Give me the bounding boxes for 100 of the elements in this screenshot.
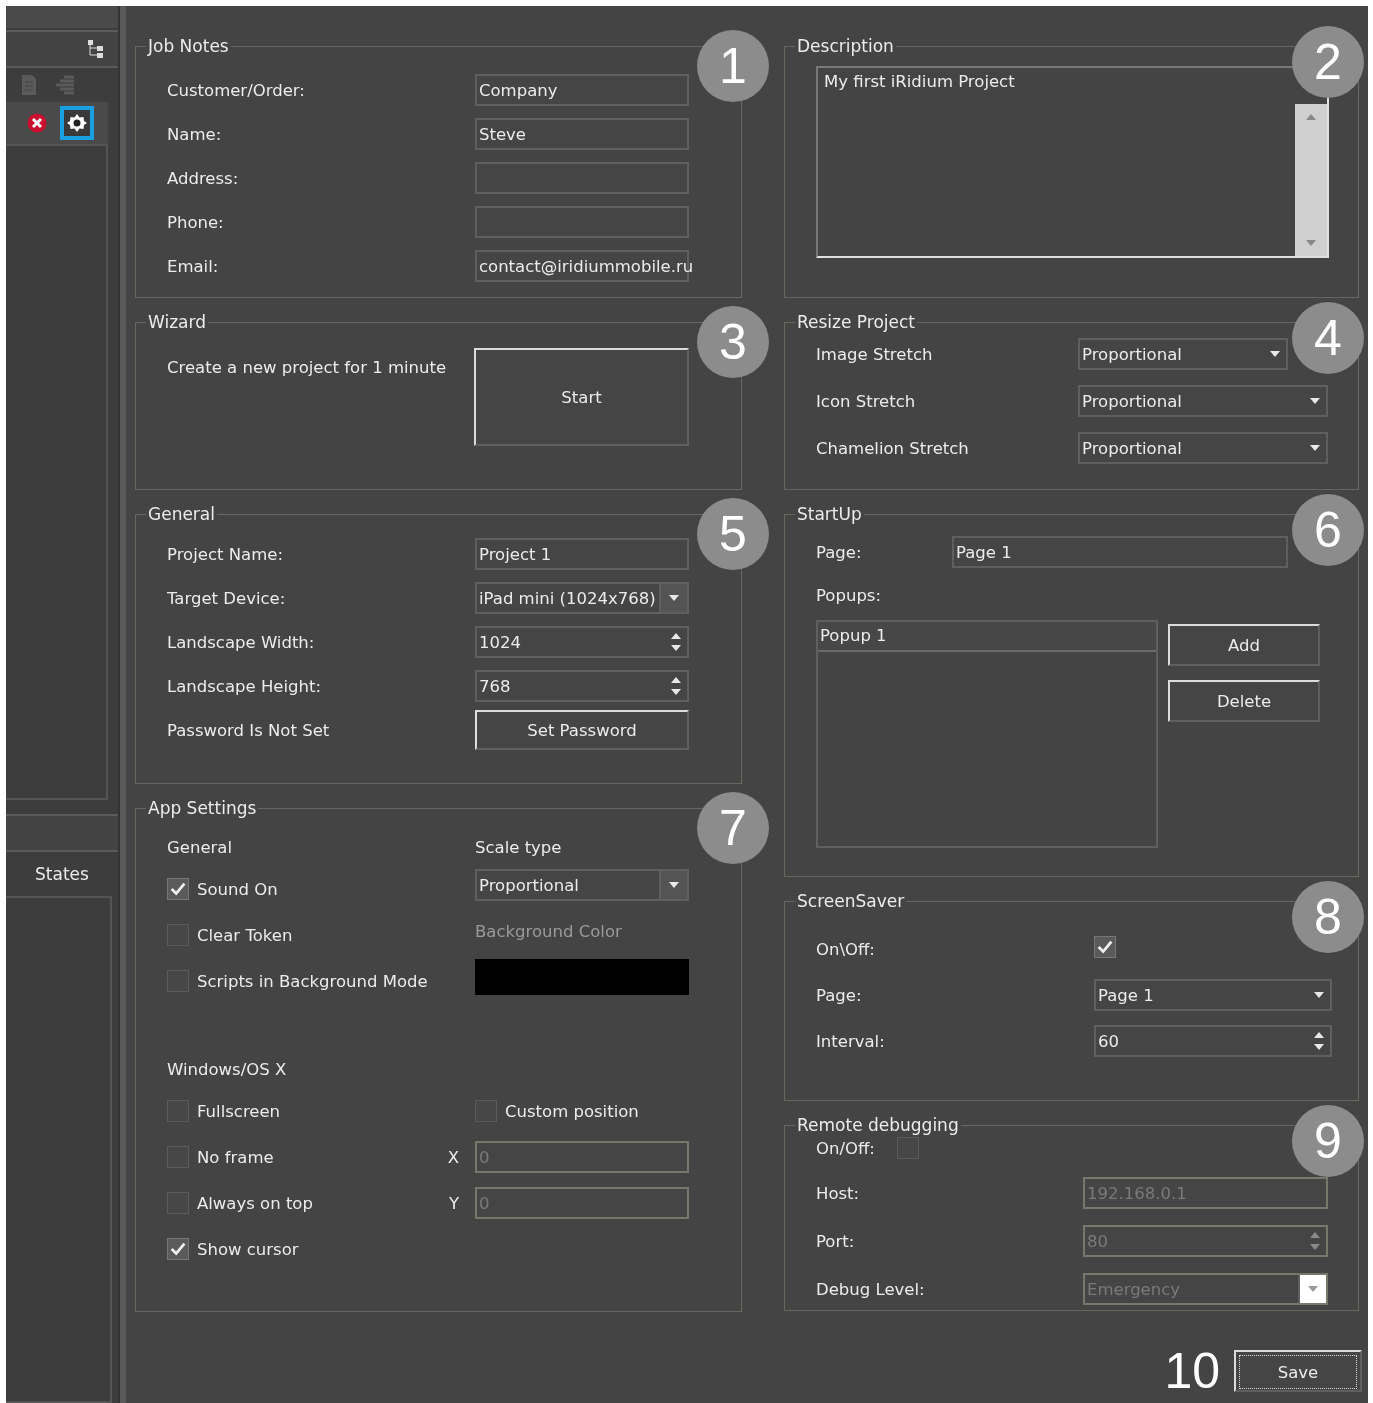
field-label: Image Stretch <box>816 344 933 364</box>
spinner-arrows-icon <box>671 631 681 653</box>
text-field[interactable]: Steve <box>475 118 689 150</box>
field-label: Address: <box>167 168 239 188</box>
text-field[interactable]: Company <box>475 74 689 106</box>
scroll-up-icon <box>1306 114 1316 120</box>
dropdown[interactable]: Proportional <box>1078 338 1288 370</box>
group-title: General <box>147 504 216 524</box>
group-title: Job Notes <box>146 36 230 56</box>
caret-icon <box>669 882 679 888</box>
field-label: Port: <box>816 1231 855 1251</box>
caret-icon <box>1308 1286 1318 1292</box>
field-label: Create a new project for 1 minute <box>167 358 447 377</box>
caret-icon <box>1314 992 1324 998</box>
number-callout: 1 <box>697 30 769 102</box>
dropdown[interactable]: iPad mini (1024x768) <box>475 582 689 614</box>
push-button[interactable]: Delete <box>1168 680 1320 722</box>
text-field[interactable] <box>475 206 689 238</box>
spin-box[interactable]: 1024 <box>475 626 689 658</box>
section-heading: General <box>167 837 233 857</box>
tab[interactable]: States <box>35 864 89 884</box>
field-label: Background Color <box>475 921 622 941</box>
tree-icon <box>88 40 104 58</box>
field-label: On/Off: <box>816 1138 875 1158</box>
number-callout: 4 <box>1292 302 1364 374</box>
dropdown[interactable]: Proportional <box>1078 385 1328 417</box>
field-label: Project Name: <box>167 544 283 564</box>
spin-box[interactable]: 768 <box>475 670 689 702</box>
scrollbar[interactable] <box>1295 104 1327 256</box>
field-label: X <box>447 1147 459 1167</box>
delete-icon <box>27 113 47 133</box>
field-label: Customer/Order: <box>167 80 305 100</box>
field-label: Landscape Width: <box>167 632 315 652</box>
text-field[interactable]: Project 1 <box>475 538 689 570</box>
group-title: Resize Project <box>796 312 917 332</box>
field-label: Host: <box>816 1183 860 1203</box>
field-label: Phone: <box>167 212 224 232</box>
field-label: Y <box>448 1193 459 1213</box>
field-label: Email: <box>167 256 219 276</box>
checkbox-label[interactable]: Scripts in Background Mode <box>197 971 428 991</box>
splitter[interactable] <box>120 6 126 1403</box>
text-field[interactable] <box>475 162 689 194</box>
group-title: ScreenSaver <box>796 891 906 911</box>
checkbox-label[interactable]: Clear Token <box>197 925 293 945</box>
checkbox-label[interactable]: Sound On <box>197 879 278 899</box>
start-button[interactable]: Start <box>474 348 689 446</box>
field-label: Icon Stretch <box>816 391 916 411</box>
text-field[interactable]: Page 1 <box>952 536 1288 568</box>
color-swatch[interactable] <box>475 959 689 995</box>
number-callout: 8 <box>1292 881 1364 953</box>
section-heading: Windows/OS X <box>167 1059 287 1079</box>
field-label: Landscape Height: <box>167 676 321 696</box>
checkbox[interactable] <box>167 878 189 900</box>
checkbox[interactable] <box>167 1238 189 1260</box>
number-callout: 5 <box>697 498 769 570</box>
number-callout: 2 <box>1292 26 1364 98</box>
gear-icon <box>67 113 87 133</box>
checkbox[interactable] <box>1094 936 1116 958</box>
spinner-arrows-icon <box>1314 1030 1324 1052</box>
caret-icon <box>1310 398 1320 404</box>
field-label: Chamelion Stretch <box>816 438 969 458</box>
number-callout: 3 <box>697 306 769 378</box>
scroll-down-icon <box>1306 240 1316 246</box>
push-button[interactable]: Add <box>1168 624 1320 666</box>
list-box[interactable]: Popup 1 <box>816 620 1158 848</box>
spinner-arrows-icon <box>1310 1230 1320 1252</box>
checkbox-label[interactable]: Custom position <box>505 1101 639 1121</box>
group-title: StartUp <box>796 504 863 524</box>
number-callout: 9 <box>1292 1105 1364 1177</box>
field-label: Page: <box>816 985 862 1005</box>
checkbox-label[interactable]: No frame <box>197 1147 274 1167</box>
checkbox-label[interactable]: Fullscreen <box>197 1101 281 1121</box>
field-label: Password Is Not Set <box>167 720 330 740</box>
caret-icon <box>669 595 679 601</box>
spinner-arrows-icon <box>671 675 681 697</box>
dropdown[interactable]: Page 1 <box>1094 979 1332 1011</box>
number-label: 10 <box>1164 1342 1220 1400</box>
field-label: Interval: <box>816 1031 885 1051</box>
tool-button[interactable] <box>60 106 94 140</box>
group-title: Description <box>796 36 895 56</box>
set-password-button[interactable]: Set Password <box>475 710 689 750</box>
group-title: Wizard <box>147 312 207 332</box>
field-label: Popups: <box>816 585 882 605</box>
number-callout: 6 <box>1292 494 1364 566</box>
field-label: Target Device: <box>167 588 286 608</box>
caret-icon <box>1270 351 1280 357</box>
dropdown[interactable]: Proportional <box>475 869 689 901</box>
checkbox-label[interactable]: Always on top <box>197 1193 313 1213</box>
group-title: Remote debugging <box>796 1115 960 1135</box>
number-callout: 7 <box>697 792 769 864</box>
group-title: App Settings <box>147 798 258 818</box>
dropdown[interactable]: Proportional <box>1078 432 1328 464</box>
field-label: Page: <box>816 542 862 562</box>
checkbox-label[interactable]: Show cursor <box>197 1239 299 1259</box>
caret-icon <box>1310 445 1320 451</box>
save-button[interactable]: Save <box>1234 1350 1362 1392</box>
spin-box[interactable]: 60 <box>1094 1025 1332 1057</box>
field-label: Debug Level: <box>816 1279 925 1299</box>
field-label: On\Off: <box>816 939 875 959</box>
field-label: Scale type <box>475 837 562 857</box>
